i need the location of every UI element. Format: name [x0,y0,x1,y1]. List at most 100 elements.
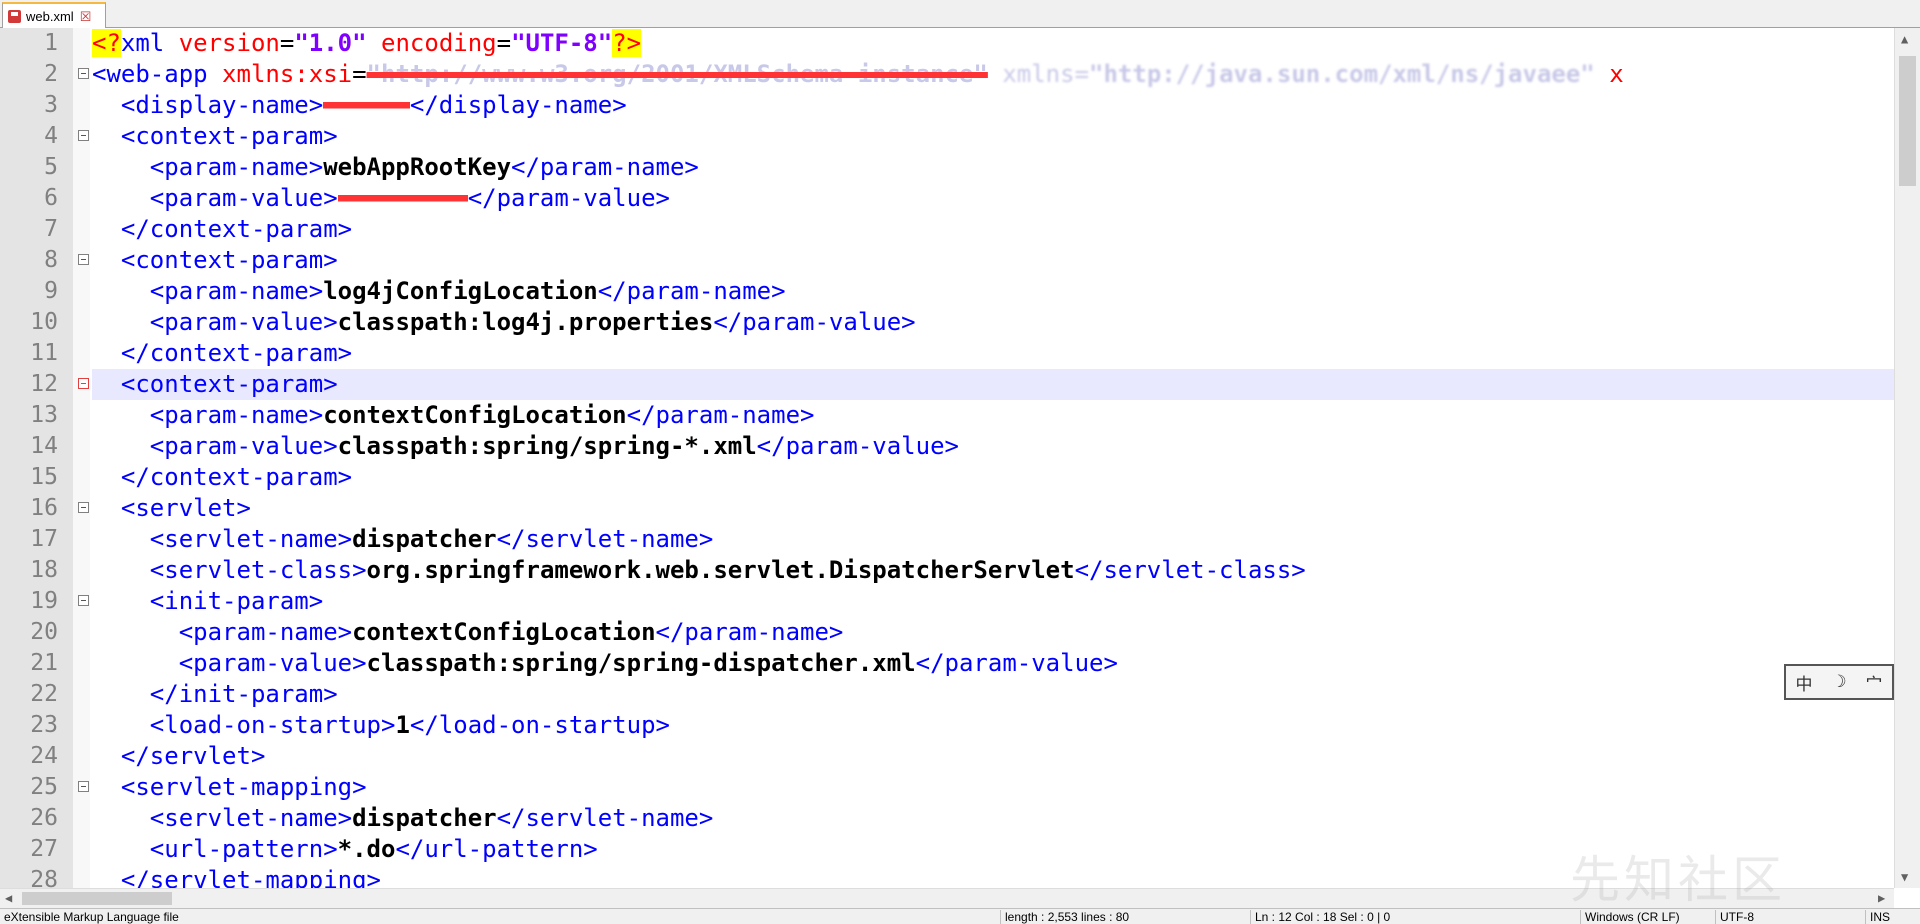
code-line[interactable]: 7 </context-param> [0,214,1894,245]
code-token: </context-param> [120,463,353,491]
code-line[interactable]: 12 <context-param> [0,369,1894,400]
code-token: classpath:spring/spring-*.xml [337,432,757,460]
code-line[interactable]: 22 </init-param> [0,679,1894,710]
code-line[interactable]: 18 <servlet-class>org.springframework.we… [0,555,1894,586]
ime-toolbar[interactable]: 中 ☽ 宀 [1784,664,1894,700]
code-token: log4jConfigLocation [323,277,598,305]
status-filetype: eXtensible Markup Language file [4,910,179,924]
line-number: 14 [30,433,58,459]
code-token: "UTF-8" [511,29,613,57]
code-line[interactable]: 4 <context-param> [0,121,1894,152]
code-line[interactable]: 17 <servlet-name>dispatcher</servlet-nam… [0,524,1894,555]
code-line[interactable]: 15 </context-param> [0,462,1894,493]
code-token: </url-pattern> [395,835,598,863]
code-line[interactable]: 6 <param-value>█████████</param-value> [0,183,1894,214]
line-number: 5 [44,154,58,180]
vertical-scroll-thumb[interactable] [1899,56,1916,186]
line-number: 17 [30,526,58,552]
status-bar: eXtensible Markup Language file length :… [0,908,1920,924]
code-line[interactable]: 13 <param-name>contextConfigLocation</pa… [0,400,1894,431]
code-line[interactable]: 14 <param-value>classpath:spring/spring-… [0,431,1894,462]
line-number: 21 [30,650,58,676]
code-line[interactable]: 20 <param-name>contextConfigLocation</pa… [0,617,1894,648]
code-line[interactable]: 3 <display-name>██████</display-name> [0,90,1894,121]
fold-toggle-icon[interactable] [78,130,89,141]
status-eol: Windows (CR LF) [1580,910,1715,924]
scroll-left-icon[interactable]: ◀ [5,891,12,905]
code-line[interactable]: 21 <param-value>classpath:spring/spring-… [0,648,1894,679]
code-line[interactable]: 25 <servlet-mapping> [0,772,1894,803]
fold-toggle-icon[interactable] [78,781,89,792]
scroll-right-icon[interactable]: ▶ [1878,891,1885,905]
code-token: 1 [395,711,410,739]
code-token: classpath:log4j.properties [337,308,714,336]
code-text: </servlet> [92,741,1894,772]
code-line[interactable]: 26 <servlet-name>dispatcher</servlet-nam… [0,803,1894,834]
code-token: dispatcher [352,525,497,553]
code-token: xml [120,29,179,57]
code-line[interactable]: 9 <param-name>log4jConfigLocation</param… [0,276,1894,307]
code-token: </param-value> [713,308,916,336]
code-token: </display-name> [409,91,627,119]
scroll-down-icon[interactable]: ▼ [1901,870,1908,884]
code-text: </context-param> [92,214,1894,245]
tab-label: web.xml [26,8,74,24]
fold-toggle-icon[interactable] [78,378,89,389]
code-line[interactable]: 2 <web-app xmlns:xsi="http://www.w3.org/2… [0,59,1894,90]
code-line[interactable]: 11 </context-param> [0,338,1894,369]
code-token: <servlet-name> [149,804,353,832]
fold-toggle-icon[interactable] [78,68,89,79]
code-token: ?> [612,29,642,57]
fold-toggle-icon[interactable] [78,502,89,513]
fold-toggle-icon[interactable] [78,254,89,265]
code-line[interactable]: 10 <param-value>classpath:log4j.properti… [0,307,1894,338]
code-line[interactable]: 23 <load-on-startup>1</load-on-startup> [0,710,1894,741]
code-token: </param-name> [511,153,699,181]
code-token: </param-name> [655,618,844,646]
code-token: <servlet-class> [149,556,367,584]
status-position: Ln : 12 Col : 18 Sel : 0 | 0 [1250,910,1580,924]
ime-width-icon[interactable]: 宀 [1866,670,1883,695]
line-number: 10 [30,309,58,335]
close-tab-icon[interactable]: ☒ [80,10,92,23]
line-number: 25 [30,774,58,800]
code-line[interactable]: 19 <init-param> [0,586,1894,617]
tab-web-xml[interactable]: web.xml ☒ [2,2,106,28]
code-text: <param-name>contextConfigLocation</param… [92,400,1894,431]
code-token: <url-pattern> [149,835,338,863]
code-text: <context-param> [92,245,1894,276]
code-line[interactable]: 8 <context-param> [0,245,1894,276]
code-token: org.springframework.web.servlet.Dispatch… [366,556,1075,584]
fold-toggle-icon[interactable] [78,595,89,606]
status-length: length : 2,553 lines : 80 [1000,910,1250,924]
code-token: <? [92,29,121,57]
horizontal-scroll-thumb[interactable] [22,892,172,905]
line-number: 19 [30,588,58,614]
code-line[interactable]: 24 </servlet> [0,741,1894,772]
code-line[interactable]: 1 <?xml version="1.0" encoding="UTF-8"?> [0,28,1894,59]
vertical-scrollbar[interactable]: ▲ ▼ [1894,28,1920,888]
line-number: 18 [30,557,58,583]
code-editor[interactable]: 1 <?xml version="1.0" encoding="UTF-8"?> 2… [0,28,1894,888]
code-token: <param-value> [149,432,338,460]
line-number: 7 [44,216,58,242]
status-encoding: UTF-8 [1715,910,1865,924]
code-token: </param-value> [756,432,959,460]
line-number: 26 [30,805,58,831]
ime-punct-icon[interactable]: ☽ [1831,672,1846,692]
code-token: <context-param> [120,122,338,150]
code-token: <param-name> [149,401,324,429]
code-token: </servlet-name> [496,525,714,553]
scroll-up-icon[interactable]: ▲ [1901,32,1908,46]
code-token: = [352,60,367,88]
code-token: = [496,29,512,57]
code-line[interactable]: 5 <param-name>webAppRootKey</param-name> [0,152,1894,183]
ime-mode-icon[interactable]: 中 [1795,670,1812,695]
modified-file-icon [8,9,21,23]
code-line[interactable]: 16 <servlet> [0,493,1894,524]
code-token: xmlns:xsi [222,60,353,88]
code-text: </context-param> [92,338,1894,369]
code-text: <param-value>█████████</param-value> [92,183,1894,214]
